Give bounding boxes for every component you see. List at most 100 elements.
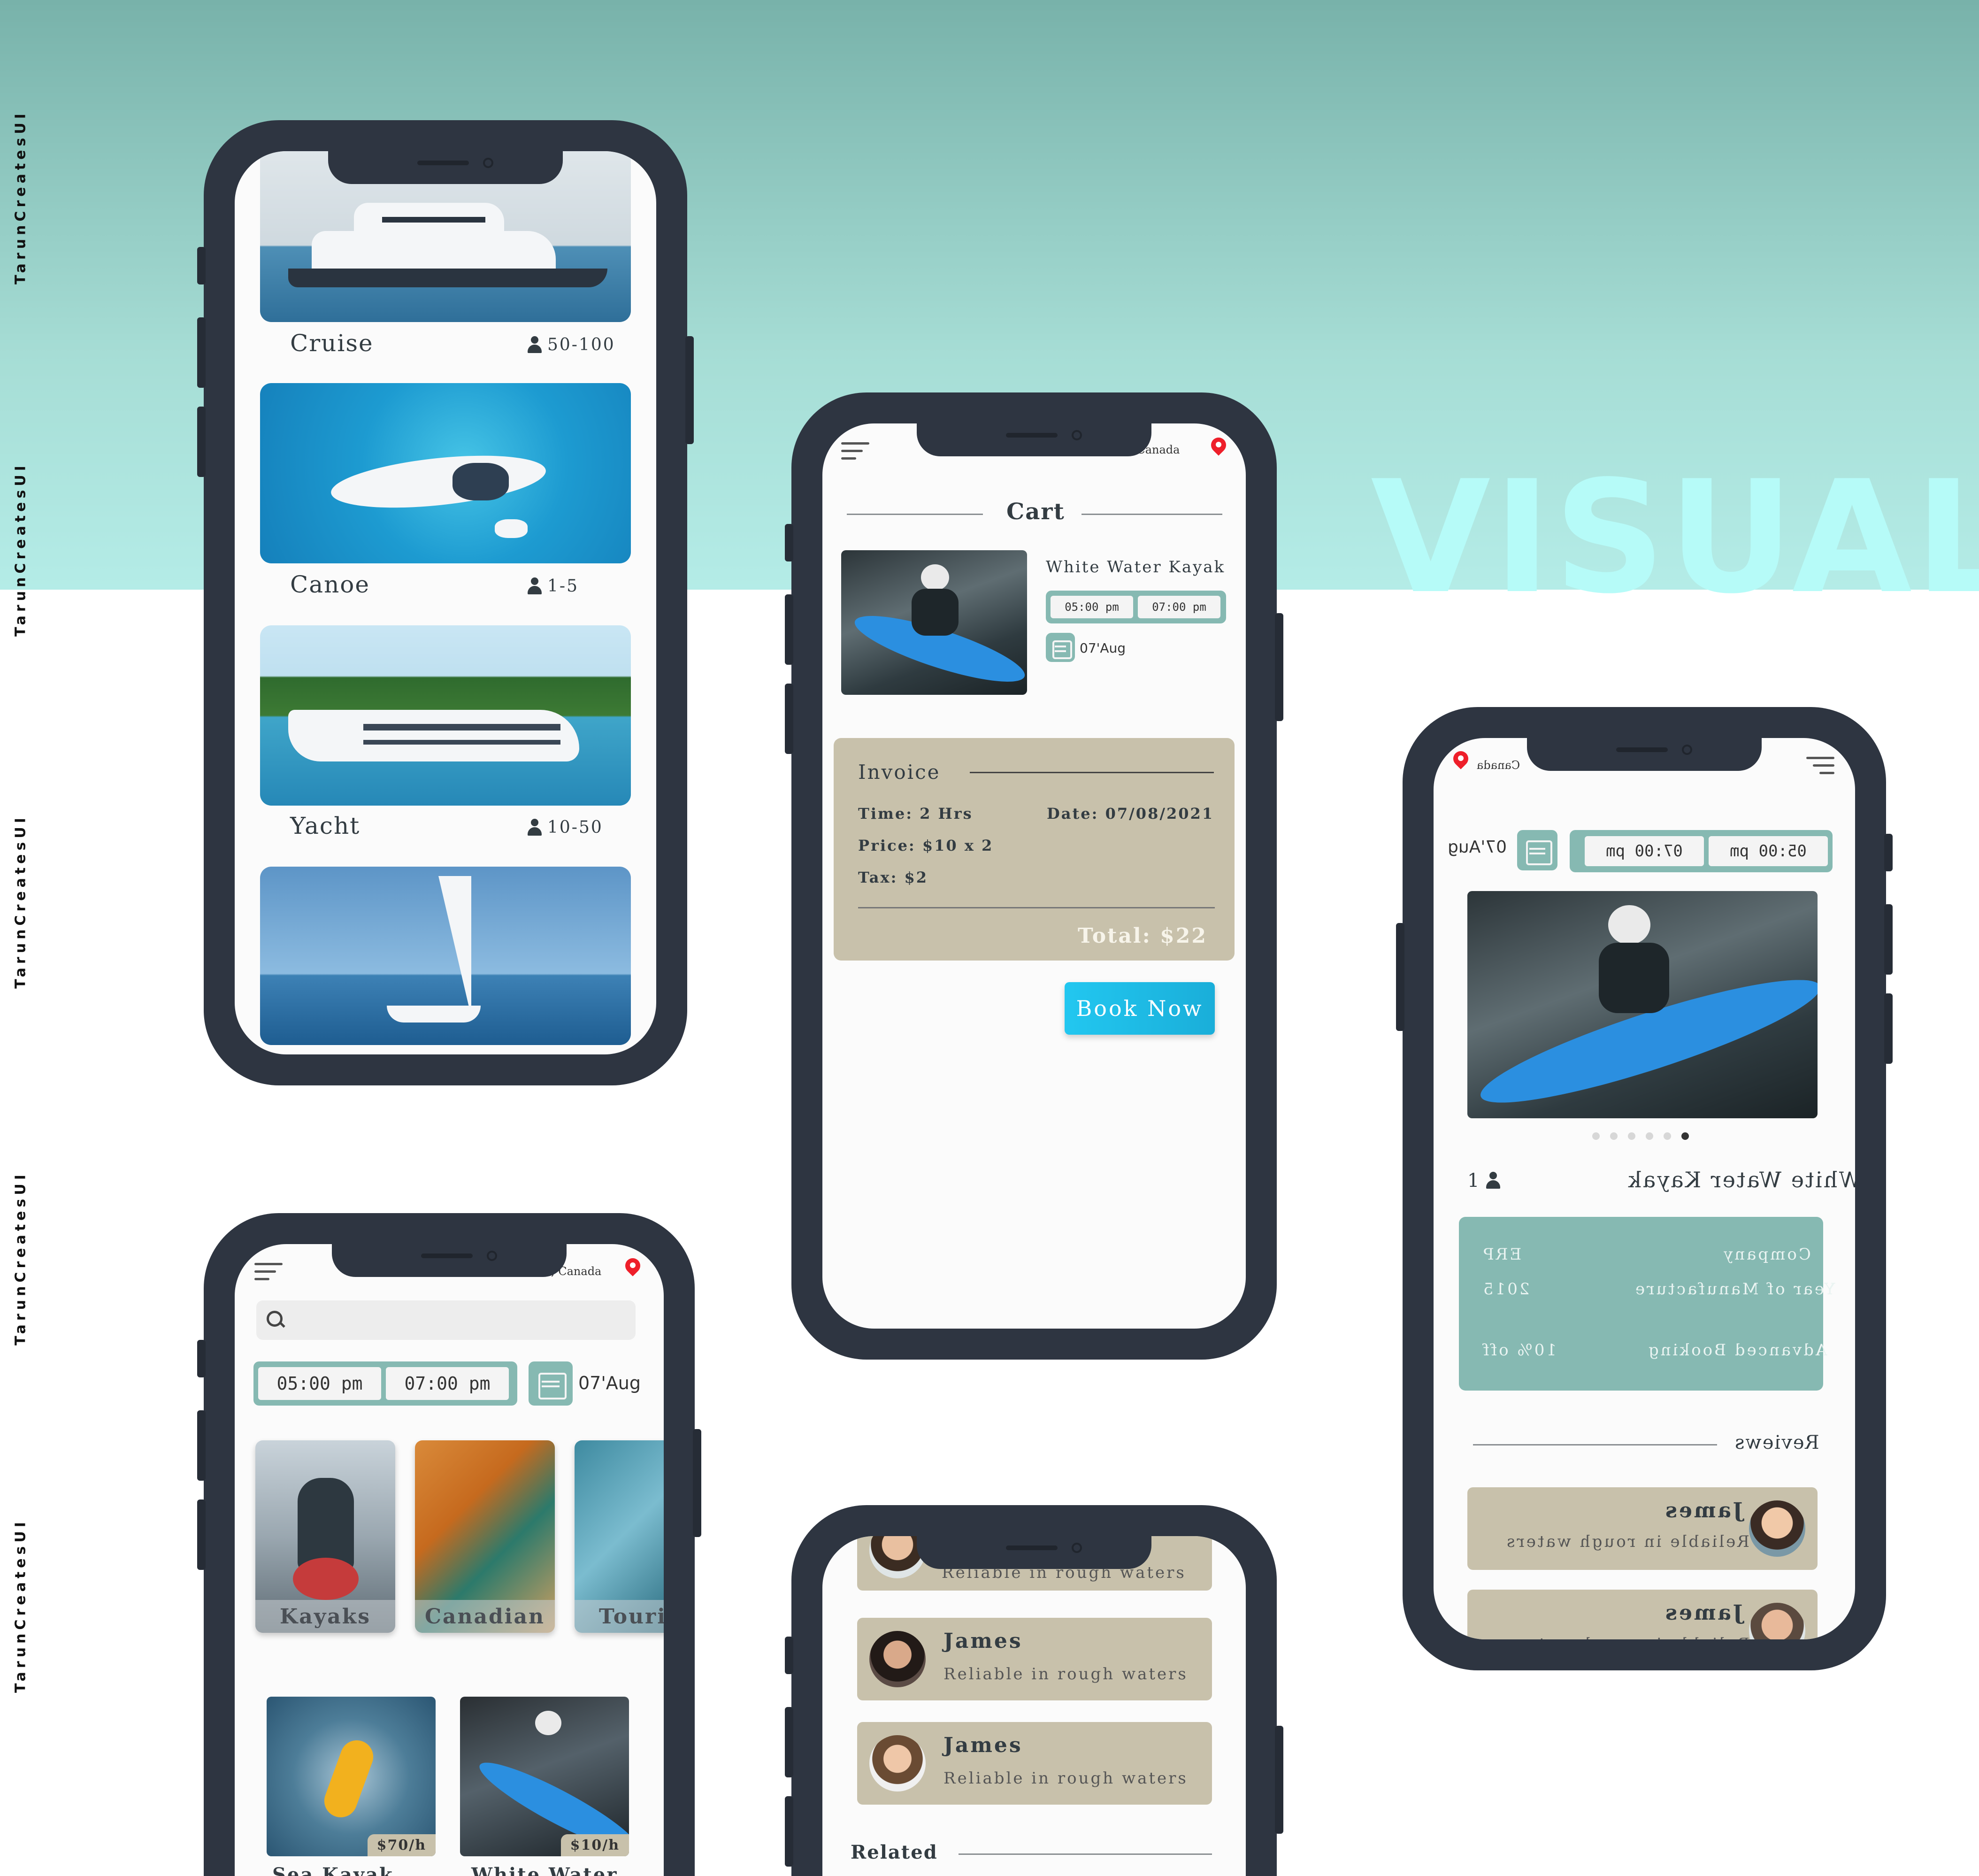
listing-item-title: Canoe: [290, 571, 370, 598]
reviewer-name: James: [1664, 1499, 1743, 1522]
reviewer-name: James: [943, 1629, 1023, 1653]
listing-item-title: Yacht: [290, 812, 361, 839]
browse-screen: , Canada 05:00 pm 07:00 pm 07'Aug Kayaks…: [235, 1244, 664, 1876]
phone-listing: Cruise 50-100 Canoe 1-5 Yacht 10-50: [197, 120, 694, 1085]
reviews-screen: Reliable in rough waters James Reliable …: [822, 1536, 1246, 1876]
watermark: TarunCreatesUI: [12, 814, 29, 989]
product-sea-kayak[interactable]: $70/h: [267, 1697, 436, 1856]
listing-item-capacity: 1-5: [527, 577, 579, 596]
avatar: [869, 1735, 926, 1791]
avatar: [1749, 1500, 1805, 1557]
spec-label: Company: [1722, 1245, 1811, 1264]
menu-icon[interactable]: [254, 1263, 283, 1284]
review-card: James Reliable in rough waters: [1467, 1590, 1818, 1639]
calendar-icon[interactable]: [1046, 633, 1075, 662]
category-canadian[interactable]: Canadian: [415, 1440, 555, 1633]
watermark: TarunCreatesUI: [12, 1518, 29, 1693]
time-range[interactable]: 05:00 pm 07:00 pm: [1570, 830, 1833, 872]
cart-title: Cart: [1006, 499, 1065, 525]
detail-screen: Canada 07'Aug 05:00 pm 07:00 pm 1 White …: [1434, 738, 1855, 1639]
divider: [847, 514, 983, 515]
divider: [858, 907, 1215, 908]
time-range[interactable]: 05:00 pm 07:00 pm: [1046, 591, 1226, 623]
invoice-date: Date: 07/08/2021: [1047, 805, 1214, 823]
review-card: James Reliable in rough waters: [1467, 1487, 1818, 1570]
detail-title: White Water Kayak: [1627, 1167, 1855, 1192]
listing-screen: Cruise 50-100 Canoe 1-5 Yacht 10-50: [235, 151, 656, 1054]
book-now-button[interactable]: Book Now: [1065, 982, 1215, 1035]
product-white-water[interactable]: $10/h: [460, 1697, 629, 1856]
location-pin-icon[interactable]: [624, 1258, 641, 1279]
browse-date: 07'Aug: [578, 1373, 641, 1393]
phone-cart: Toronto, Canada Cart White Water Kayak 0…: [785, 392, 1283, 1360]
review-card: James Reliable in rough waters: [857, 1722, 1212, 1805]
invoice-total: Total: $22: [1078, 924, 1207, 948]
calendar-icon[interactable]: [1517, 830, 1557, 870]
sailboat-photo[interactable]: [260, 867, 631, 1045]
carousel-dots[interactable]: [1592, 1132, 1689, 1140]
product-name: Sea Kayak: [272, 1864, 394, 1876]
end-time[interactable]: 07:00 pm: [386, 1367, 509, 1400]
category-label: Kayaks: [255, 1600, 395, 1633]
cart-date: 07'Aug: [1080, 640, 1126, 656]
end-time[interactable]: 07:00 pm: [1585, 836, 1704, 866]
watermark: TarunCreatesUI: [12, 110, 29, 284]
divider: [1473, 1444, 1717, 1445]
invoice-time: Time: 2 Hrs: [858, 805, 973, 823]
category-label: Canadian: [415, 1600, 555, 1633]
yacht-photo[interactable]: [260, 625, 631, 806]
start-time[interactable]: 05:00 pm: [1709, 836, 1828, 866]
review-text: Reliable in rough waters: [1505, 1635, 1749, 1639]
detail-count: 1: [1467, 1170, 1501, 1192]
person-icon: [527, 336, 543, 354]
time-range[interactable]: 05:00 pm 07:00 pm: [253, 1361, 517, 1406]
detail-date: 07'Aug: [1448, 838, 1507, 857]
review-text: Reliable in rough waters: [943, 1665, 1188, 1684]
phone-reviews: Reliable in rough waters James Reliable …: [785, 1505, 1283, 1876]
spec-label: Advanced Booking: [1647, 1341, 1827, 1360]
headline-visual: VISUAL: [1371, 447, 1979, 628]
search-input[interactable]: [256, 1300, 636, 1340]
spec-value: 10% off: [1481, 1341, 1557, 1360]
category-touring[interactable]: Touring: [575, 1440, 664, 1633]
search-icon[interactable]: [267, 1311, 285, 1330]
person-icon: [527, 577, 543, 595]
start-time[interactable]: 05:00 pm: [1051, 596, 1133, 618]
spec-label: Year of Manufacture: [1634, 1280, 1835, 1299]
location-pin-icon[interactable]: [1452, 751, 1469, 772]
detail-photo[interactable]: [1467, 891, 1818, 1118]
watermark: TarunCreatesUI: [12, 1171, 29, 1345]
review-card: James Reliable in rough waters: [857, 1618, 1212, 1700]
person-icon: [1485, 1172, 1501, 1190]
spec-card: ERP Company 2015 Year of Manufacture 10%…: [1459, 1217, 1835, 1391]
spec-value: ERP: [1481, 1245, 1522, 1264]
review-text: Reliable in rough waters: [1505, 1532, 1749, 1551]
divider: [959, 1853, 1212, 1855]
price-tag: $10/h: [560, 1834, 629, 1856]
canoe-photo[interactable]: [260, 383, 631, 563]
listing-item-title: Cruise: [290, 330, 374, 357]
divider: [970, 772, 1214, 773]
listing-item-capacity: 10-50: [527, 818, 603, 837]
person-icon: [527, 818, 543, 837]
reviews-title: Reviews: [1734, 1432, 1819, 1453]
start-time[interactable]: 05:00 pm: [258, 1367, 381, 1400]
avatar: [869, 1631, 926, 1687]
location-label[interactable]: Canada: [1477, 759, 1520, 772]
watermark: TarunCreatesUI: [12, 462, 29, 637]
cart-screen: Toronto, Canada Cart White Water Kayak 0…: [822, 423, 1246, 1329]
cart-item-name: White Water Kayak: [1046, 558, 1226, 577]
location-pin-icon[interactable]: [1210, 438, 1227, 458]
product-name: White Water: [471, 1864, 618, 1876]
invoice-card: Invoice Time: 2 Hrs Date: 07/08/2021 Pri…: [834, 738, 1235, 961]
category-kayaks[interactable]: Kayaks: [255, 1440, 395, 1633]
divider: [1082, 514, 1222, 515]
invoice-tax: Tax: $2: [858, 869, 928, 886]
reviewer-name: James: [1664, 1601, 1743, 1625]
menu-icon[interactable]: [1806, 757, 1834, 777]
category-label: Touring: [575, 1600, 664, 1633]
phone-detail: Canada 07'Aug 05:00 pm 07:00 pm 1 White …: [1396, 707, 1893, 1670]
calendar-icon[interactable]: [529, 1361, 573, 1406]
end-time[interactable]: 07:00 pm: [1138, 596, 1220, 618]
menu-icon[interactable]: [841, 442, 869, 463]
